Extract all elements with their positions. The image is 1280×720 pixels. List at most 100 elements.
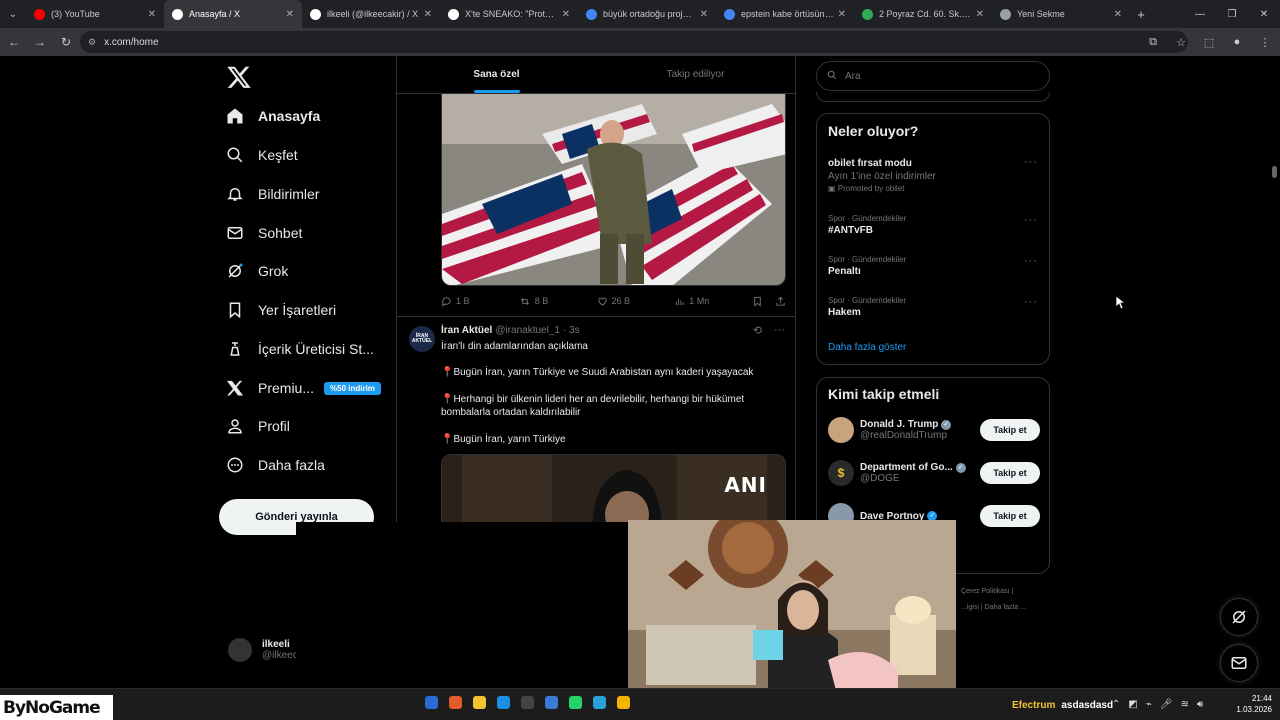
more-icon[interactable]: ··· [1024, 214, 1038, 226]
nav-item-creator[interactable]: İçerik Üreticisi St... [226, 335, 374, 363]
tray-app-icon[interactable]: ◩ [1128, 699, 1137, 710]
nav-item-grok[interactable]: Grok [226, 257, 288, 285]
browser-tab[interactable]: Yeni Sekme ✕ [992, 0, 1130, 28]
browser-tab[interactable]: Anasayfa / X ✕ [164, 0, 302, 28]
x-logo-icon[interactable] [226, 64, 252, 90]
nav-item-more-circle[interactable]: Daha fazla [226, 451, 325, 479]
browser-tab[interactable]: 2 Poyraz Cd. 60. Sk. - Goo ✕ [854, 0, 992, 28]
avatar[interactable]: İRAN AKTÜEL [409, 326, 435, 352]
trend-item[interactable]: Spor · Gündemdekiler Penaltı ··· [828, 255, 1038, 277]
tweet-author-name[interactable]: İran Aktüel [441, 325, 492, 336]
account-switcher[interactable]: ilkeeli @ilkeec [228, 638, 298, 662]
browser-menu-icon[interactable]: ⋮ [1254, 30, 1276, 54]
reply-button[interactable]: 1 B [441, 296, 519, 307]
more-icon[interactable]: ··· [1024, 296, 1038, 308]
minimize-button[interactable]: — [1184, 0, 1216, 28]
nav-item-profile[interactable]: Profil [226, 412, 290, 440]
forward-button[interactable]: → [28, 30, 52, 54]
close-tab-icon[interactable]: ✕ [838, 9, 846, 20]
extensions-icon[interactable]: ⬚ [1198, 30, 1220, 54]
grok-icon[interactable]: ⟲ [753, 324, 762, 337]
close-tab-icon[interactable]: ✕ [976, 9, 984, 20]
taskbar-clock[interactable]: 21:44 1.03.2026 [1226, 693, 1272, 715]
start-app-icon[interactable] [425, 696, 438, 709]
avatar[interactable] [828, 417, 854, 443]
profile-avatar-icon[interactable]: ● [1226, 30, 1248, 54]
search-box[interactable] [816, 61, 1050, 91]
tweet-media-image[interactable] [441, 94, 786, 286]
close-tab-icon[interactable]: ✕ [148, 9, 156, 20]
avatar[interactable]: $ [828, 460, 854, 486]
reload-button[interactable]: ↻ [54, 30, 78, 54]
follow-button[interactable]: Takip et [980, 505, 1040, 527]
nav-item-home[interactable]: Anasayfa [226, 102, 320, 130]
nav-item-bookmark[interactable]: Yer İşaretleri [226, 296, 336, 324]
edge-icon[interactable] [497, 696, 510, 709]
tweet-author-handle[interactable]: @iranaktuel_1 [495, 325, 560, 336]
tab-for-you[interactable]: Sana özel [397, 56, 596, 93]
install-app-icon[interactable]: ⧉ [1142, 30, 1164, 54]
nav-item-x-premium[interactable]: Premiu... %50 indirim [226, 374, 381, 402]
tab-following[interactable]: Takip ediliyor [596, 56, 795, 93]
address-bar[interactable]: ⚙ x.com/home [80, 31, 1188, 53]
search-input[interactable] [845, 70, 1025, 82]
taskbar-app-icon[interactable] [449, 696, 462, 709]
volume-icon[interactable]: 🔊︎ [1197, 699, 1203, 710]
close-tab-icon[interactable]: ✕ [424, 9, 432, 20]
page-scrollbar[interactable] [1270, 56, 1280, 688]
more-icon[interactable]: ··· [1024, 255, 1038, 267]
footer-link[interactable]: ...igisi | Daha fazla ... [961, 604, 1026, 611]
wifi-icon[interactable]: ≋ [1181, 699, 1189, 710]
new-tab-button[interactable]: + [1130, 7, 1152, 22]
microphone-icon[interactable]: 🎤︎ [1160, 699, 1173, 710]
trend-item[interactable]: Spor · Gündemdekiler #ANTvFB ··· [828, 214, 1038, 236]
telegram-icon[interactable] [593, 696, 606, 709]
follow-button[interactable]: Takip et [980, 462, 1040, 484]
repost-button[interactable]: 8 B [519, 296, 597, 307]
tweet-time[interactable]: · 3s [563, 325, 580, 336]
bookmark-icon[interactable] [752, 296, 763, 307]
browser-tab[interactable]: epstein kabe örtüsünü kin ✕ [716, 0, 854, 28]
close-tab-icon[interactable]: ✕ [286, 9, 294, 20]
suggested-account[interactable]: $ Department of Go... ✓ @DOGE Takip et [828, 457, 1040, 489]
grok-fab-button[interactable] [1220, 598, 1258, 636]
nav-item-bell[interactable]: Bildirimler [226, 180, 319, 208]
webcam-overlay [628, 520, 956, 698]
more-icon[interactable]: ··· [774, 324, 785, 337]
bookmark-star-icon[interactable]: ☆ [1170, 30, 1192, 54]
file-explorer-icon[interactable] [473, 696, 486, 709]
trend-item[interactable]: obilet fırsat modu Ayın 1'ine özel indiri… [828, 156, 1038, 193]
close-tab-icon[interactable]: ✕ [700, 9, 708, 20]
tab-search-button[interactable]: ⌄ [0, 0, 26, 28]
follow-button[interactable]: Takip et [980, 419, 1040, 441]
taskbar-app-icon[interactable] [521, 696, 534, 709]
browser-tab[interactable]: (3) YouTube ✕ [26, 0, 164, 28]
more-icon[interactable]: ··· [1024, 156, 1038, 168]
close-window-button[interactable]: ✕ [1248, 0, 1280, 28]
site-info-icon[interactable]: ⚙ [88, 37, 96, 48]
nav-item-mail[interactable]: Sohbet [226, 219, 302, 247]
chrome-icon[interactable] [617, 696, 630, 709]
close-tab-icon[interactable]: ✕ [562, 9, 570, 20]
scrollbar-thumb[interactable] [1272, 166, 1277, 178]
views-button[interactable]: 1 Mn [674, 296, 752, 307]
back-button[interactable]: ← [2, 30, 26, 54]
maximize-button[interactable]: ❐ [1216, 0, 1248, 28]
nav-item-search[interactable]: Keşfet [226, 141, 298, 169]
close-tab-icon[interactable]: ✕ [1114, 9, 1122, 20]
chevron-up-icon[interactable]: ⌃ [1112, 699, 1120, 710]
browser-tab[interactable]: ilkeeli (@ilkeecakir) / X ✕ [302, 0, 440, 28]
url-text: x.com/home [104, 36, 159, 48]
footer-link[interactable]: Çerez Politikası | [961, 588, 1013, 595]
browser-tab[interactable]: büyük ortadoğu projesi h ✕ [578, 0, 716, 28]
suggested-account[interactable]: Donald J. Trump ✓ @realDonaldTrump Takip et [828, 414, 1040, 446]
share-icon[interactable] [775, 296, 786, 307]
network-icon[interactable]: ⌁ [1146, 699, 1152, 710]
browser-tab[interactable]: X'te SNEAKO: "Protect Tur ✕ [440, 0, 578, 28]
whatsapp-icon[interactable] [569, 696, 582, 709]
show-more-link[interactable]: Daha fazla göster [828, 342, 906, 353]
taskbar-app-icon[interactable] [545, 696, 558, 709]
like-button[interactable]: 26 B [597, 296, 675, 307]
trend-item[interactable]: Spor · Gündemdekiler Hakem ··· [828, 296, 1038, 318]
messages-fab-button[interactable] [1220, 644, 1258, 682]
